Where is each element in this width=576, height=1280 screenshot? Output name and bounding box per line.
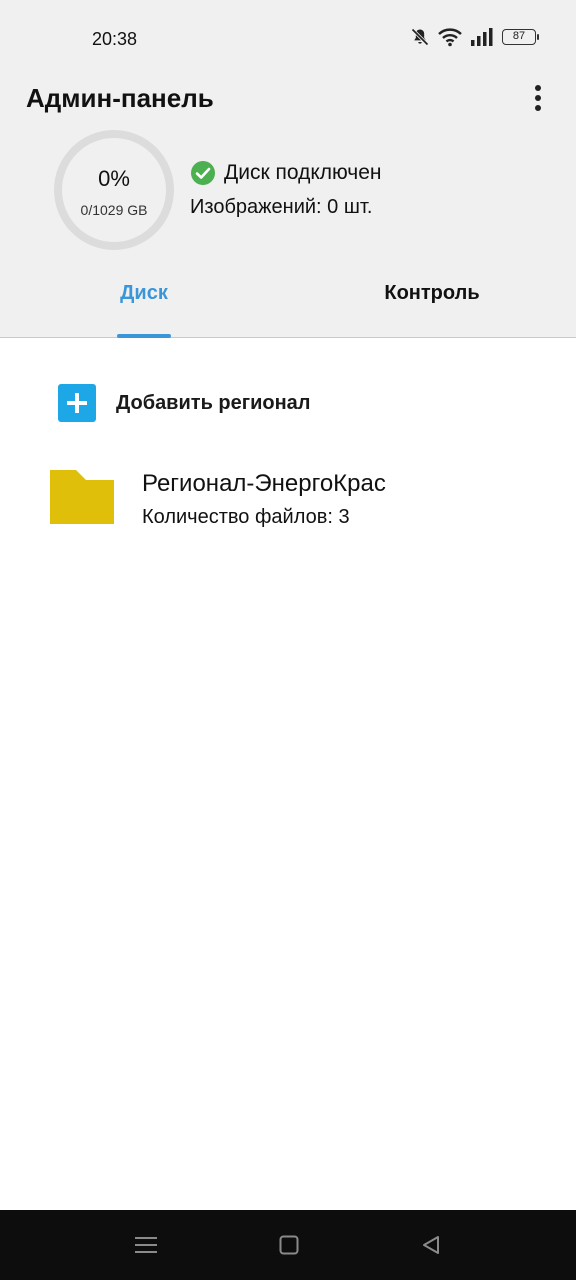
menu-icon[interactable] — [131, 1230, 161, 1260]
folder-icon — [50, 470, 114, 524]
status-bar: 20:38 87 — [0, 0, 576, 72]
folder-name: Регионал-ЭнергоКрас — [142, 470, 386, 497]
more-dot — [535, 85, 541, 91]
header: Админ-панель 0% 0/1029 GB Диск подключен… — [0, 72, 576, 338]
home-icon[interactable] — [274, 1230, 304, 1260]
page-title: Админ-панель — [26, 83, 214, 113]
mute-bell-icon — [410, 27, 430, 47]
disk-usage-ring: 0% 0/1029 GB — [52, 128, 176, 252]
folder-file-count: Количество файлов: 3 — [142, 506, 350, 528]
wifi-icon — [438, 27, 462, 47]
more-dot — [535, 95, 541, 101]
tab-disk[interactable]: Диск — [90, 282, 198, 338]
status-time: 20:38 — [92, 29, 138, 49]
list-item[interactable]: Регионал-ЭнергоКрас Количество файлов: 3 — [50, 466, 530, 538]
add-regional-button[interactable]: Добавить регионал — [58, 384, 311, 422]
add-regional-label: Добавить регионал — [116, 391, 311, 414]
images-count: Изображений: 0 шт. — [190, 196, 373, 218]
tab-control[interactable]: Контроль — [362, 282, 502, 338]
disk-percent: 0% — [98, 166, 130, 191]
disk-usage: 0/1029 GB — [80, 202, 148, 218]
more-dot — [535, 105, 541, 111]
plus-icon — [58, 384, 96, 422]
tab-indicator — [117, 334, 171, 338]
screen: 20:38 87 Админ-панель 0% 0/1029 GB Диск … — [0, 0, 576, 1280]
more-vert-icon[interactable] — [522, 78, 554, 118]
signal-icon — [470, 28, 494, 46]
status-icons: 87 — [410, 27, 539, 47]
back-icon[interactable] — [416, 1230, 446, 1260]
battery-icon: 87 — [502, 29, 539, 45]
disk-status: Диск подключен — [190, 160, 382, 186]
check-circle-icon — [191, 161, 215, 185]
disk-status-text: Диск подключен — [224, 161, 382, 184]
nav-bar — [0, 1210, 576, 1280]
